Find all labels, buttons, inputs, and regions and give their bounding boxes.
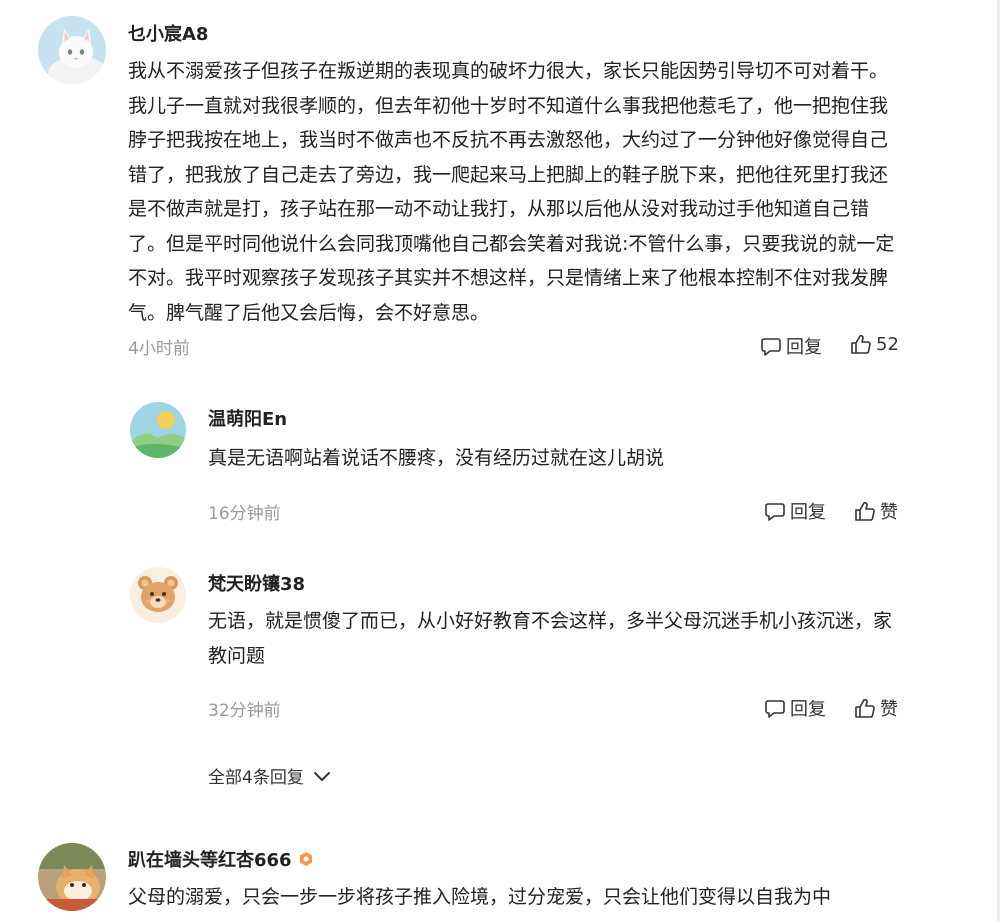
white-cat-icon xyxy=(38,16,106,84)
comment-text: 父母的溺爱，只会一步一步将孩子推入险境，过分宠爱，只会让他们变得以自我为中 xyxy=(128,886,832,908)
thumbs-up-icon xyxy=(855,698,875,718)
thumbs-up-icon xyxy=(851,334,871,354)
cat-photo-icon xyxy=(38,843,106,911)
like-button[interactable]: 赞 xyxy=(854,498,898,524)
reply-button[interactable]: 回复 xyxy=(764,498,826,524)
comment-author[interactable]: 乜小宸A8 xyxy=(128,20,208,46)
reply-time: 32分钟前 xyxy=(208,701,281,721)
thumbs-up-icon xyxy=(855,501,875,521)
level-badge-icon xyxy=(299,852,312,866)
like-label: 赞 xyxy=(880,699,898,720)
reply-label: 回复 xyxy=(786,337,822,358)
reply-time: 16分钟前 xyxy=(208,504,281,524)
cat-photo-avatar[interactable] xyxy=(38,843,106,911)
reply-author[interactable]: 梵天盼镶38 xyxy=(208,570,305,596)
reply-button[interactable]: 回复 xyxy=(760,333,822,359)
like-button[interactable]: 赞 xyxy=(854,695,898,721)
like-label: 赞 xyxy=(880,502,898,523)
comment-bubble-icon xyxy=(765,700,785,718)
chevron-down-icon xyxy=(313,771,330,781)
like-button[interactable]: 52 xyxy=(850,333,899,355)
comment-text: 我从不溺爱孩子但孩子在叛逆期的表现真的破坏力很大，家长只能因势引导切不可对着干。… xyxy=(128,60,895,324)
landscape-avatar[interactable] xyxy=(130,402,186,458)
bear-icon xyxy=(130,567,186,623)
bear-avatar[interactable] xyxy=(130,567,186,623)
reply-button[interactable]: 回复 xyxy=(764,695,826,721)
view-all-replies-button[interactable]: 全部4条回复 xyxy=(208,763,332,788)
white-cat-avatar[interactable] xyxy=(38,16,106,84)
landscape-icon xyxy=(130,402,186,458)
comment-bubble-icon xyxy=(765,503,785,521)
like-count: 52 xyxy=(876,333,899,355)
reply-author[interactable]: 温萌阳En xyxy=(208,405,287,431)
reply-text: 真是无语啊站着说话不腰疼，没有经历过就在这儿胡说 xyxy=(208,447,665,469)
comment-author-name: 趴在墙头等红杏666 xyxy=(128,850,292,871)
comment-author[interactable]: 趴在墙头等红杏666 xyxy=(128,846,314,872)
comment-time: 4小时前 xyxy=(128,339,190,359)
comment-bubble-icon xyxy=(761,338,781,356)
reply-label: 回复 xyxy=(790,699,826,720)
reply-label: 回复 xyxy=(790,502,826,523)
reply-text: 无语，就是惯傻了而已，从小好好教育不会这样，多半父母沉迷手机小孩沉迷，家教问题 xyxy=(208,610,893,667)
view-all-replies-label: 全部4条回复 xyxy=(208,768,304,788)
